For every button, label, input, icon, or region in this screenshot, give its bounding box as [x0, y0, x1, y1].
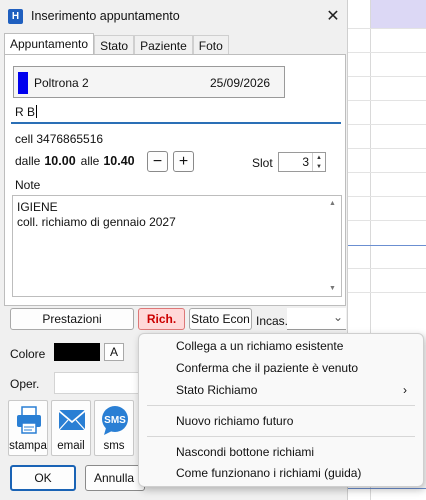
menu-item-label: Conferma che il paziente è venuto	[176, 361, 359, 375]
menu-item-hide-recall-button[interactable]: Nascondi bottone richiami	[139, 441, 423, 463]
patient-input-value: R B	[15, 105, 36, 119]
spin-up-icon[interactable]: ▲	[316, 155, 322, 161]
menu-item-new-recall[interactable]: Nuovo richiamo futuro	[139, 410, 423, 432]
title-bar: H Inserimento appuntamento ✕	[0, 0, 347, 32]
menu-item-label: Nuovo richiamo futuro	[176, 414, 294, 428]
time-range: dalle 10.00 alle 10.40	[15, 154, 140, 168]
ok-button[interactable]: OK	[10, 465, 76, 491]
menu-separator	[147, 405, 415, 406]
spin-arrows[interactable]: ▲ ▼	[312, 153, 325, 171]
tab-stato[interactable]: Stato	[94, 35, 135, 55]
patient-phone: cell 3476865516	[15, 132, 104, 146]
to-label: alle	[80, 154, 100, 168]
prestazioni-button[interactable]: Prestazioni	[10, 308, 134, 330]
app-icon: H	[8, 8, 23, 24]
notes-label: Note	[15, 178, 41, 192]
chevron-down-icon: ⌄	[332, 310, 343, 324]
email-label: email	[57, 440, 85, 452]
calendar-grid-line	[340, 148, 426, 149]
calendar-grid-line	[340, 52, 426, 53]
envelope-icon	[58, 410, 86, 431]
from-label: dalle	[15, 154, 41, 168]
scroll-up-icon[interactable]: ▲	[329, 200, 336, 207]
colore-label: Colore	[10, 347, 46, 361]
calendar-grid-line	[340, 172, 426, 173]
richiami-context-menu: Collega a un richiamo esistente Conferma…	[138, 333, 424, 487]
print-button[interactable]: stampa	[8, 400, 48, 456]
slot-label: Slot	[252, 156, 273, 170]
calendar-grid-line	[340, 100, 426, 101]
increase-time-button[interactable]: +	[173, 151, 194, 172]
menu-separator	[147, 436, 415, 437]
sms-icon: SMS	[102, 406, 128, 435]
scroll-down-icon[interactable]: ▼	[329, 285, 336, 292]
from-time: 10.00	[44, 154, 76, 168]
tab-foto[interactable]: Foto	[192, 35, 229, 55]
cancel-button[interactable]: Annulla	[85, 465, 145, 491]
menu-item-confirm-arrival[interactable]: Conferma che il paziente è venuto	[139, 357, 423, 379]
chevron-right-icon: ›	[403, 383, 407, 397]
menu-item-label: Come funzionano i richiami (guida)	[176, 466, 362, 480]
to-time: 10.40	[103, 154, 135, 168]
window-title: Inserimento appuntamento	[31, 9, 180, 23]
tab-appuntamento[interactable]: Appuntamento	[4, 33, 95, 55]
patient-input[interactable]: R B	[11, 102, 341, 124]
tab-paziente[interactable]: Paziente	[134, 35, 193, 55]
notes-textarea[interactable]: IGIENE coll. richiamo di gennaio 2027 ▲ …	[12, 195, 342, 297]
menu-item-recall-status[interactable]: Stato Richiamo ›	[139, 379, 423, 401]
spin-down-icon[interactable]: ▼	[316, 164, 322, 170]
menu-item-label: Stato Richiamo	[176, 383, 258, 397]
chair-color-swatch	[18, 72, 28, 94]
incas-label: Incas.	[256, 314, 289, 328]
decrease-time-button[interactable]: −	[147, 151, 168, 172]
print-label: stampa	[9, 440, 47, 452]
text-caret	[36, 105, 38, 118]
close-icon[interactable]: ✕	[319, 6, 347, 26]
notes-scrollbar[interactable]: ▲ ▼	[326, 196, 341, 296]
tab-strip: Appuntamento Stato Paziente Foto	[4, 33, 229, 55]
sms-button[interactable]: SMS sms	[94, 400, 134, 456]
email-button[interactable]: email	[51, 400, 91, 456]
calendar-grid-line	[340, 28, 426, 29]
calendar-grid-line	[340, 220, 426, 221]
appointment-panel: Poltrona 2 25/09/2026 R B cell 347686551…	[4, 54, 346, 306]
calendar-grid-line	[340, 196, 426, 197]
color-swatch[interactable]	[54, 343, 100, 361]
menu-item-label: Collega a un richiamo esistente	[176, 339, 344, 353]
calendar-hour-line	[340, 245, 426, 246]
stato-econ-button[interactable]: Stato Econ	[189, 308, 252, 330]
menu-item-link-recall[interactable]: Collega a un richiamo esistente	[139, 335, 423, 357]
calendar-grid-line	[340, 292, 426, 293]
appointment-date: 25/09/2026	[210, 76, 271, 90]
calendar-grid-line	[340, 76, 426, 77]
calendar-grid-line	[340, 124, 426, 125]
calendar-hour-line	[340, 488, 426, 489]
printer-icon	[17, 406, 41, 434]
operator-input[interactable]	[54, 372, 144, 394]
richiami-button[interactable]: Rich.	[138, 308, 185, 330]
text-color-button[interactable]: A	[104, 343, 124, 361]
slot-value: 3	[302, 155, 309, 169]
menu-item-recall-guide[interactable]: Come funzionano i richiami (guida)	[139, 462, 423, 484]
calendar-column-header	[370, 0, 426, 28]
oper-label: Oper.	[10, 377, 40, 391]
sms-badge: SMS	[104, 415, 126, 426]
incas-select[interactable]: ⌄	[287, 308, 346, 330]
menu-item-label: Nascondi bottone richiami	[176, 445, 315, 459]
chair-name: Poltrona 2	[34, 76, 89, 90]
chair-selector[interactable]: Poltrona 2 25/09/2026	[13, 66, 285, 98]
notes-text: IGIENE coll. richiamo di gennaio 2027	[17, 200, 176, 229]
sms-label: sms	[103, 440, 125, 452]
slot-spinner[interactable]: 3 ▲ ▼	[278, 152, 326, 172]
calendar-grid-line	[340, 268, 426, 269]
